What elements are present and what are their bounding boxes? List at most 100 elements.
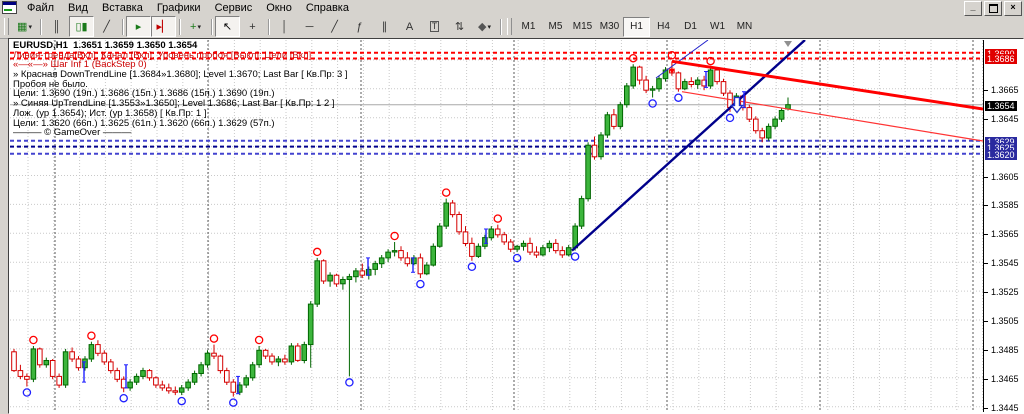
swing-low-circle: [512, 253, 522, 263]
candlestick-chart-icon: ▯▮: [75, 21, 88, 33]
shapes-icon: ◆: [478, 21, 487, 33]
close-button[interactable]: ×: [1004, 1, 1022, 16]
timeframe-button-m5[interactable]: M5: [542, 17, 569, 37]
swing-high-circle: [493, 214, 503, 223]
swing-low-circle: [119, 393, 128, 403]
toolbar-separator: [211, 18, 212, 35]
crosshair-button[interactable]: +: [240, 16, 265, 37]
tick-dash: [984, 349, 988, 351]
timeframe-button-m1[interactable]: M1: [515, 17, 542, 37]
chart-shift-button[interactable]: ▸▏: [151, 16, 176, 37]
swing-low-circle: [229, 398, 238, 407]
fibonacci-button[interactable]: ƒ: [347, 16, 372, 37]
minimize-button[interactable]: _: [964, 1, 982, 16]
swing-low-circle: [570, 252, 580, 261]
swing-low-circle: [674, 93, 683, 102]
price-axis[interactable]: 1.3665 1.3645 1.3605 1.3585 1.3565 1.3545 1.35…: [983, 40, 1023, 413]
indicators-button[interactable]: + ▾: [183, 16, 208, 37]
crosshair-icon: +: [249, 20, 256, 33]
arrows-button[interactable]: ⇅: [447, 16, 472, 37]
swing-high-circle: [254, 335, 264, 345]
timeframe-button-h4[interactable]: H4: [650, 17, 677, 37]
candlestick-chart-button[interactable]: ▯▮: [69, 16, 94, 37]
tick-dash: [984, 292, 988, 294]
vertical-line-button[interactable]: │: [272, 16, 297, 37]
chart-canvas[interactable]: [10, 40, 983, 412]
toolbar-separator: [179, 18, 180, 35]
restore-icon: [988, 4, 998, 13]
chart-window-icon[interactable]: [2, 1, 17, 14]
trendline-button[interactable]: ╱: [322, 16, 347, 37]
swing-low-circle: [416, 279, 425, 289]
bar-chart-button[interactable]: ║: [44, 16, 69, 37]
menu-item-2[interactable]: Вставка: [95, 2, 150, 14]
window-controls: _ ×: [964, 1, 1022, 16]
price-badge-1.3686: 1.3686: [985, 54, 1017, 65]
chart-shift-marker-icon: [784, 41, 792, 47]
swing-low-circle: [177, 396, 186, 406]
cursor-button[interactable]: ↖: [215, 16, 240, 37]
bar-chart-icon: ║: [52, 20, 61, 33]
price-badge-1.3654: 1.3654: [985, 100, 1017, 111]
menu-item-5[interactable]: Окно: [259, 2, 299, 14]
blue-uptrendline: [571, 40, 806, 252]
tick-dash: [984, 118, 988, 120]
channel-button[interactable]: ∥: [372, 16, 397, 37]
menu-item-4[interactable]: Сервис: [208, 2, 260, 14]
text-button[interactable]: A: [397, 16, 422, 37]
trendline-icon: ╱: [331, 21, 338, 33]
line-chart-icon: ╱: [103, 21, 110, 33]
swing-high-circle: [29, 335, 38, 345]
toolbar-grip-2[interactable]: [507, 18, 512, 35]
cursor-icon: ↖: [222, 21, 233, 33]
channel-icon: ∥: [381, 21, 388, 33]
tick-dash: [984, 89, 988, 91]
text-label-icon: T: [429, 21, 440, 32]
toolbar-separator: [500, 18, 501, 35]
timeframe-button-mn[interactable]: MN: [731, 17, 758, 37]
arrows-icon: ⇅: [454, 21, 465, 33]
menu-item-0[interactable]: Файл: [20, 2, 61, 14]
new-chart-icon: ▦: [17, 21, 28, 33]
timeframe-button-h1[interactable]: H1: [623, 16, 650, 37]
swing-high-circle: [209, 334, 219, 343]
swing-low-circle: [648, 99, 657, 108]
text-icon: A: [405, 20, 414, 33]
line-chart-button[interactable]: ╱: [94, 16, 119, 37]
menu-items: Файл Вид Вставка Графики Сервис Окно Справка: [20, 2, 356, 14]
timeframe-button-w1[interactable]: W1: [704, 17, 731, 37]
tick-dash: [984, 234, 988, 236]
horizontal-line-button[interactable]: ─: [297, 16, 322, 37]
swing-low-circle: [22, 388, 32, 397]
red-downtrendline: [671, 59, 983, 111]
tick-dash: [984, 176, 988, 178]
horizontal-line-icon: ─: [305, 20, 314, 33]
swing-high-circle: [87, 331, 96, 340]
swing-low-circle: [467, 262, 477, 272]
chart-shift-icon: ▸▏: [156, 21, 171, 33]
shapes-button[interactable]: ◆ ▾: [472, 16, 497, 37]
price-badge-1.3620: 1.3620: [985, 149, 1017, 160]
timeframe-button-m15[interactable]: M15: [569, 17, 596, 37]
tick-dash: [984, 263, 988, 265]
tick-dash: [984, 378, 988, 380]
toolbar: ▦ ▾ ║ ▯▮ ╱ ▸ ▸▏ + ▾ ↖ + │ ─ ╱ ƒ ∥ A T ⇅ ◆ ▾ M1 M5 M15 M30 H1 H4 D1…: [0, 15, 1024, 39]
timeframe-button-m30[interactable]: M30: [596, 17, 623, 37]
toolbar-separator: [122, 18, 123, 35]
menu-item-6[interactable]: Справка: [299, 2, 356, 14]
chart-window: EURUSD,H1 1.3651 1.3659 1.3650 1.3654 Лин…: [8, 38, 1024, 414]
timeframe-button-d1[interactable]: D1: [677, 17, 704, 37]
dropdown-caret-icon: ▾: [28, 23, 32, 31]
toolbar-separator: [268, 18, 269, 35]
menu-item-3[interactable]: Графики: [150, 2, 208, 14]
menu-bar: Файл Вид Вставка Графики Сервис Окно Справка _…: [0, 0, 1024, 16]
new-chart-button[interactable]: ▦ ▾: [12, 16, 37, 37]
restore-button[interactable]: [984, 1, 1002, 16]
menu-item-1[interactable]: Вид: [61, 2, 95, 14]
autoscroll-button[interactable]: ▸: [126, 16, 151, 37]
text-label-button[interactable]: T: [422, 16, 447, 37]
toolbar-grip[interactable]: [4, 18, 9, 35]
dropdown-caret-icon: ▾: [197, 23, 201, 31]
vertical-line-icon: │: [281, 20, 288, 33]
swing-low-circle: [345, 378, 354, 387]
